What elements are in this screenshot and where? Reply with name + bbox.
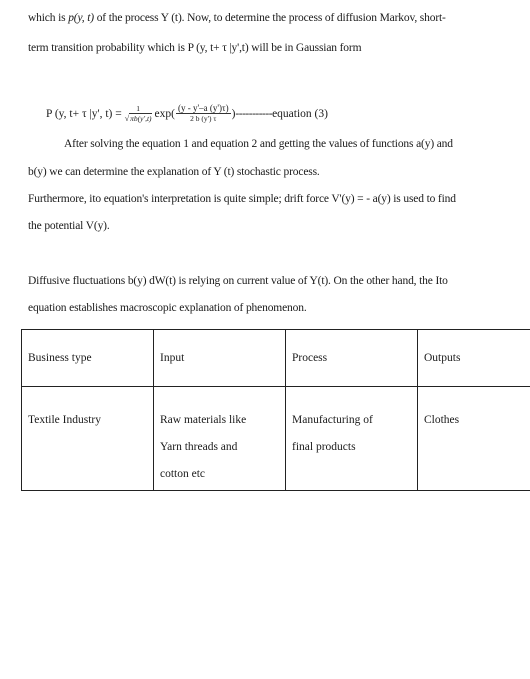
cell-text: Yarn threads and (160, 441, 238, 453)
math-inline: p(y, t) (68, 12, 94, 24)
paragraph-line: After solving the equation 1 and equatio… (64, 138, 453, 150)
equation-label: equation (3) (272, 108, 328, 120)
text-span: which is (28, 12, 69, 24)
cell-text: Textile Industry (28, 414, 101, 426)
fraction-denominator: √πb(y',t) (123, 113, 154, 124)
equation-3: P (y, t+ τ |y', t) = 1 √πb(y',t) exp( (y… (46, 98, 328, 130)
cell-text: final products (292, 441, 356, 453)
paragraph-line: the potential V(y). (28, 220, 110, 232)
paragraph-line: Diffusive fluctuations b(y) dW(t) is rel… (28, 275, 448, 287)
fraction-normalizer: 1 √πb(y',t) (123, 104, 154, 124)
paragraph-line: b(y) we can determine the explanation of… (28, 166, 320, 178)
paragraph-line: which is p(y, t) of the process Y (t). N… (28, 12, 446, 24)
cell-input: Raw materials like Yarn threads and cott… (153, 386, 286, 491)
fraction-numerator: (y - y'–a (y')τ) (175, 103, 231, 114)
text-span: of the process Y (t). Now, to determine … (93, 12, 446, 24)
cell-text: Clothes (424, 414, 460, 426)
header-cell-outputs: Outputs (417, 329, 530, 387)
header-cell-process: Process (285, 329, 418, 387)
cell-outputs: Clothes (417, 386, 530, 491)
exp-function: exp( (154, 108, 175, 120)
cell-business-type: Textile Industry (21, 386, 154, 491)
header-cell-input: Input (153, 329, 286, 387)
table-header-row: Business type Input Process Outputs (21, 329, 530, 387)
cell-process: Manufacturing of final products (285, 386, 418, 491)
fraction-denominator: 2 b (y') τ (190, 114, 217, 123)
cell-text: Manufacturing of (292, 414, 373, 426)
fraction-exponent: (y - y'–a (y')τ) 2 b (y') τ (175, 103, 231, 124)
equation-lhs: P (y, t+ τ |y', t) = (46, 108, 122, 120)
table-row: Textile Industry Raw materials like Yarn… (21, 386, 530, 491)
equation-leader: ----------- (235, 108, 273, 120)
paragraph-line: Furthermore, ito equation's interpretati… (28, 193, 456, 205)
cell-text: Raw materials like (160, 414, 247, 426)
paragraph-line: term transition probability which is P (… (28, 42, 362, 54)
paragraph-line: equation establishes macroscopic explana… (28, 302, 307, 314)
sqrt-radicand: πb(y',t) (129, 113, 152, 123)
header-cell-business-type: Business type (21, 329, 154, 387)
cell-text: cotton etc (160, 468, 206, 480)
business-process-table: Business type Input Process Outputs Text… (21, 329, 530, 491)
